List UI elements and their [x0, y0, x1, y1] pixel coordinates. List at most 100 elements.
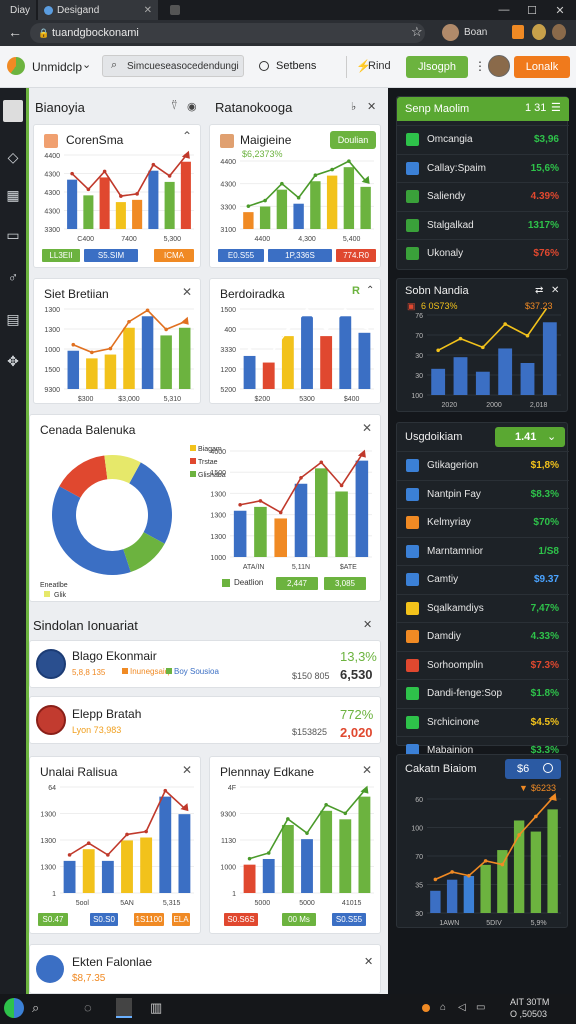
- chevron-down-icon[interactable]: ⌄: [82, 58, 91, 71]
- card-action-button[interactable]: Doulian: [330, 131, 376, 149]
- y-tick-label: 100: [411, 393, 423, 400]
- battery-icon[interactable]: ▭: [476, 1002, 485, 1013]
- back-arrow-icon[interactable]: ←: [8, 24, 22, 40]
- stat-pill[interactable]: 774.R0: [336, 249, 376, 262]
- line-point: [151, 162, 156, 167]
- bar: [358, 796, 371, 893]
- chat-icon[interactable]: ◌: [84, 1000, 92, 1015]
- sound-icon[interactable]: ◁: [458, 1002, 466, 1013]
- chart-card: Plennnay Edkane ✕ 4F 9300 1130 1000 1 5000 500…: [209, 756, 381, 934]
- card-value-badge[interactable]: $6: [505, 759, 561, 779]
- list-item[interactable]: Ekten Falonlae $8,7.35 ✕: [29, 944, 381, 994]
- extension-icon[interactable]: [512, 25, 524, 39]
- account-avatar-icon[interactable]: [552, 24, 566, 40]
- cta-button[interactable]: Lonalk: [514, 56, 570, 78]
- stat-pill[interactable]: 2,447: [276, 577, 318, 590]
- bar: [520, 363, 535, 395]
- stat-pill[interactable]: 00 Ms: [282, 913, 316, 926]
- dark-list-row[interactable]: Camtiy $9.37: [397, 565, 569, 593]
- dark-list-row[interactable]: Omcangia $3,96: [397, 125, 569, 153]
- user-avatar[interactable]: [488, 55, 510, 77]
- dark-list-row[interactable]: Ukonaly $76%: [397, 239, 569, 267]
- puzzle-icon[interactable]: ✥: [4, 352, 22, 370]
- minimize-icon[interactable]: —: [490, 0, 518, 20]
- stat-pill[interactable]: E0.S55: [218, 249, 264, 262]
- url-field[interactable]: 🔒 tuandgbockonami: [30, 23, 425, 43]
- stat-pill[interactable]: ELA: [172, 913, 190, 926]
- calculator-icon[interactable]: ▥: [150, 1000, 162, 1016]
- stat-pill[interactable]: S0.S6S: [224, 913, 258, 926]
- row-icon: [406, 630, 419, 643]
- menu-icon[interactable]: ☰: [551, 101, 561, 114]
- stat-pill[interactable]: 1S1100: [134, 913, 164, 926]
- dark-list-row[interactable]: Kelmyriay $70%: [397, 508, 569, 536]
- stat-pill[interactable]: LL3EII: [42, 249, 80, 262]
- stat-pill[interactable]: S0.S0: [90, 913, 118, 926]
- close-icon[interactable]: ✕: [362, 763, 372, 777]
- close-window-icon[interactable]: ✕: [546, 0, 574, 20]
- signin-button[interactable]: Jlsogph: [406, 56, 468, 78]
- stat-pill[interactable]: ICMA: [154, 249, 194, 262]
- close-icon[interactable]: ✕: [182, 763, 192, 777]
- more-vertical-icon[interactable]: ⋮: [474, 59, 486, 73]
- extension-avatar-icon[interactable]: [532, 24, 546, 40]
- chevron-up-icon[interactable]: ⌃: [182, 129, 192, 143]
- settings-link[interactable]: Setbens: [276, 60, 316, 72]
- gender-icon[interactable]: ♂: [4, 268, 22, 286]
- bar: [243, 355, 256, 389]
- browser-tab-active[interactable]: Desigand ✕: [38, 0, 158, 20]
- expand-icon[interactable]: ⌃: [366, 285, 374, 296]
- dark-list-row[interactable]: Sqalkamdiys 7,47%: [397, 593, 569, 622]
- list-item[interactable]: Blago Ekonmair 5,8,8 135 Inunegsaiq Boy …: [29, 640, 381, 688]
- dark-list-row[interactable]: Saliendy 4.39%: [397, 182, 569, 210]
- stat-pill[interactable]: S0.S55: [332, 913, 366, 926]
- dark-list-row[interactable]: Nantpin Fay $8.3%: [397, 479, 569, 508]
- close-icon[interactable]: ✕: [363, 618, 372, 631]
- stat-pill[interactable]: 3,085: [324, 577, 366, 590]
- bookmark-icon[interactable]: ▭: [4, 226, 22, 244]
- network-icon[interactable]: ⌂: [440, 1002, 446, 1013]
- start-icon[interactable]: [4, 998, 24, 1018]
- close-icon[interactable]: ✕: [364, 955, 373, 968]
- bar: [148, 170, 159, 229]
- grid-icon[interactable]: ▦: [4, 186, 22, 204]
- profile-avatar-icon[interactable]: [442, 24, 459, 41]
- stat-pill[interactable]: 1P,336S: [268, 249, 332, 262]
- rind-link[interactable]: Rind: [368, 60, 391, 72]
- dark-list-row[interactable]: Sorhoomplin $7.3%: [397, 650, 569, 679]
- close-icon[interactable]: ✕: [362, 421, 372, 435]
- browser-tab[interactable]: Diay: [0, 0, 36, 20]
- dark-list-row[interactable]: Gtikagerion $1,8%: [397, 451, 569, 479]
- close-icon[interactable]: ✕: [182, 285, 192, 299]
- row-label: Omcangia: [427, 134, 473, 145]
- stat-pill[interactable]: S0.47: [38, 913, 68, 926]
- menu-icon[interactable]: ♭: [351, 100, 356, 113]
- dark-list-row[interactable]: Marntamnior 1/S8: [397, 536, 569, 565]
- line-point: [330, 167, 334, 172]
- info-icon[interactable]: ⍢: [171, 100, 178, 113]
- new-tab-button[interactable]: [170, 0, 184, 20]
- settings-icon[interactable]: [259, 61, 269, 71]
- home-icon[interactable]: [116, 998, 132, 1018]
- diamond-icon[interactable]: ◇: [4, 148, 22, 166]
- dark-list-row[interactable]: Stalgalkad 1317%: [397, 210, 569, 239]
- stat-pill[interactable]: S5.SIM: [84, 249, 138, 262]
- dark-list-row[interactable]: Dandi-fenge:Sop $1.8%: [397, 679, 569, 707]
- rail-avatar[interactable]: [3, 100, 23, 122]
- shuffle-icon[interactable]: ⇄: [535, 285, 543, 296]
- maximize-icon[interactable]: ☐: [518, 0, 546, 20]
- bookmark-star-icon[interactable]: ☆: [411, 24, 423, 40]
- list-item[interactable]: Elepp Bratah Lyon 73,983 $153825 772% 2,…: [29, 696, 381, 744]
- dark-list-row[interactable]: Srchicinone $4.5%: [397, 707, 569, 736]
- chart-icon[interactable]: ▤: [4, 310, 22, 328]
- close-icon[interactable]: ✕: [367, 100, 376, 113]
- card-value-badge[interactable]: 1.41 ⌄: [495, 427, 565, 447]
- eye-icon[interactable]: ◉: [187, 100, 197, 113]
- row-amount: $150 805: [292, 671, 330, 681]
- tab-close-icon[interactable]: ✕: [144, 5, 152, 16]
- search-input[interactable]: ⌕ Simcueseasocedendungiat: [102, 55, 244, 77]
- search-icon[interactable]: ⌕: [32, 1000, 39, 1016]
- close-icon[interactable]: ✕: [551, 285, 559, 296]
- dark-list-row[interactable]: Callay:Spaim 15,6%: [397, 153, 569, 182]
- dark-list-row[interactable]: Damdiy 4.33%: [397, 622, 569, 650]
